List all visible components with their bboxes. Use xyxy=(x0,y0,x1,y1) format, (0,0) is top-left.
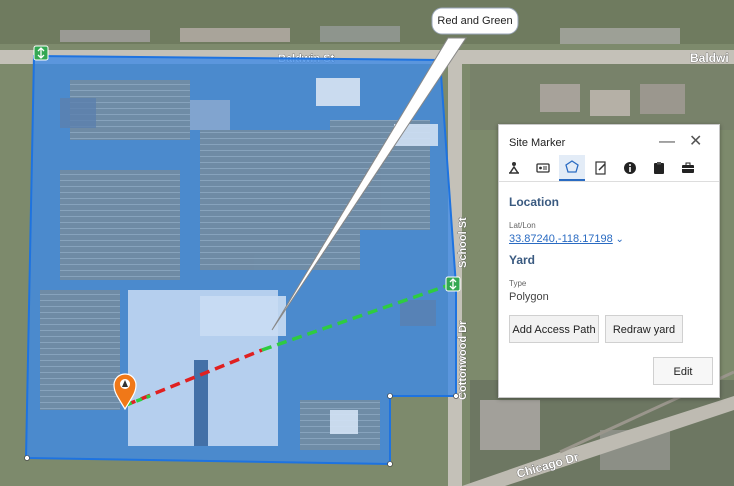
redraw-yard-button[interactable]: Redraw yard xyxy=(605,315,683,343)
yard-heading: Yard xyxy=(509,253,536,267)
hiker-icon xyxy=(509,162,519,174)
callout-label: Red and Green xyxy=(437,15,513,27)
cottonwood-drive-label: Cottonwood Dr xyxy=(457,320,469,400)
chevron-down-icon: ⌄ xyxy=(612,234,624,245)
building xyxy=(400,300,436,326)
polygon-vertex[interactable] xyxy=(387,393,393,399)
polygon-icon xyxy=(565,160,579,173)
edit-document-icon xyxy=(595,161,606,175)
tab-hiker[interactable] xyxy=(501,155,527,181)
location-heading: Location xyxy=(509,195,559,209)
polygon-vertex[interactable] xyxy=(453,393,459,399)
latlon-text: 33.87240,-118.17198 xyxy=(509,233,613,245)
latlon-value-link[interactable]: 33.87240,-118.17198 ⌄ xyxy=(509,233,624,245)
id-card-icon xyxy=(536,163,550,173)
briefcase-icon xyxy=(682,162,694,173)
tab-polygon[interactable] xyxy=(559,155,585,181)
type-value: Polygon xyxy=(509,291,549,303)
add-access-path-button[interactable]: Add Access Path xyxy=(509,315,599,343)
panel-tab-bar xyxy=(499,155,719,182)
baldwi-road-label: Baldwi xyxy=(690,51,729,65)
info-icon xyxy=(624,162,636,174)
site-marker-panel: Site Marker — ✕ Location Lat/Lon 33.8724… xyxy=(498,124,720,398)
building xyxy=(330,410,358,434)
clipboard-icon xyxy=(654,162,664,174)
polygon-vertex[interactable] xyxy=(24,455,30,461)
building xyxy=(190,100,230,130)
tab-edit-document[interactable] xyxy=(588,155,614,181)
type-label: Type xyxy=(509,279,527,288)
tab-briefcase[interactable] xyxy=(675,155,701,181)
edit-button[interactable]: Edit xyxy=(653,357,713,385)
polygon-vertex[interactable] xyxy=(387,461,393,467)
access-point-marker[interactable] xyxy=(445,276,461,292)
tab-id-card[interactable] xyxy=(530,155,556,181)
building xyxy=(60,98,96,128)
panel-title: Site Marker xyxy=(509,137,566,149)
tab-clipboard[interactable] xyxy=(646,155,672,181)
latlon-label: Lat/Lon xyxy=(509,221,536,230)
close-icon[interactable]: ✕ xyxy=(689,131,702,151)
building xyxy=(316,78,360,106)
minimize-icon[interactable]: — xyxy=(659,133,675,151)
school-street-label: School St xyxy=(457,217,469,268)
tab-info[interactable] xyxy=(617,155,643,181)
access-point-marker[interactable] xyxy=(33,45,49,61)
